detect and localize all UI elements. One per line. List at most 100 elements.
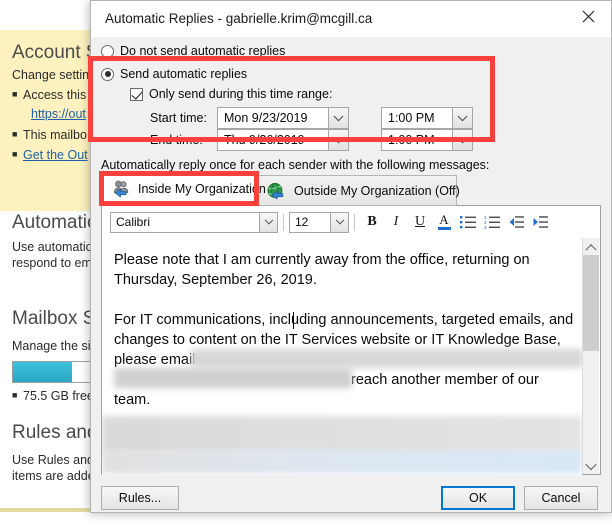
bullet-icon: ■ <box>12 89 18 99</box>
underline-icon: U <box>414 214 426 229</box>
underline-button[interactable]: U <box>408 210 432 234</box>
italic-button[interactable]: I <box>384 210 408 234</box>
scroll-down-icon[interactable] <box>583 457 599 474</box>
increase-indent-button[interactable] <box>528 210 552 234</box>
radio-icon-unchecked <box>101 44 114 58</box>
automatic-replies-heading: Automatic <box>12 212 97 233</box>
font-color-button[interactable]: A <box>432 210 456 234</box>
tab-outside-label: Outside My Organization (Off) <box>294 183 460 198</box>
radio-send-automatic-replies[interactable]: Send automatic replies <box>101 67 247 81</box>
start-date-combo[interactable]: Mon 9/23/2019 <box>217 107 349 129</box>
bold-button[interactable]: B <box>360 210 384 234</box>
font-family-value[interactable]: Calibri <box>110 211 259 233</box>
bullet-icon: ■ <box>12 129 18 139</box>
checkbox-time-range-label: Only send during this time range: <box>149 87 333 101</box>
message-line: please email <box>114 352 196 368</box>
message-body[interactable]: Please note that I am currently away fro… <box>102 238 582 475</box>
end-time-value[interactable]: 1:00 PM <box>381 129 452 151</box>
checkbox-time-range[interactable]: Only send during this time range: <box>130 87 332 101</box>
dialog-body: Do not send automatic replies Send autom… <box>91 37 611 512</box>
automatic-replies-text-line2: respond to ema <box>12 256 99 270</box>
list-item: ■ This mailbo <box>12 128 87 142</box>
automatic-replies-dialog: Automatic Replies - gabrielle.krim@mcgil… <box>90 0 612 513</box>
start-time-label: Start time: <box>150 111 207 125</box>
account-settings-heading: Account S <box>12 42 99 63</box>
ok-button[interactable]: OK <box>441 486 515 510</box>
automatic-replies-text-line1: Use automatic r <box>12 240 100 254</box>
message-line: team. <box>114 392 151 408</box>
font-size-combo[interactable]: 12 <box>289 211 349 233</box>
dialog-title: Automatic Replies - gabrielle.krim@mcgil… <box>105 11 373 26</box>
globe-icon <box>266 182 288 200</box>
font-size-value[interactable]: 12 <box>289 211 330 233</box>
decrease-indent-button[interactable] <box>504 210 528 234</box>
chevron-down-icon[interactable] <box>259 211 278 233</box>
decrease-indent-icon <box>509 216 524 228</box>
start-date-value[interactable]: Mon 9/23/2019 <box>217 107 328 129</box>
toolbar-separator <box>354 213 355 231</box>
close-icon[interactable] <box>565 1 611 31</box>
rules-and-alerts-heading: Rules and <box>12 422 98 443</box>
list-item[interactable]: ■ Get the Out <box>12 148 88 162</box>
increase-indent-icon <box>533 216 548 228</box>
numbered-list-button[interactable]: 1 2 3 <box>480 210 504 234</box>
svg-text:3: 3 <box>484 225 487 229</box>
list-item[interactable]: https://out <box>31 107 86 121</box>
list-item: ■ 75.5 GB free <box>12 389 94 403</box>
bullet-icon: ■ <box>12 149 18 159</box>
owa-link[interactable]: https://out <box>31 107 86 121</box>
redacted-text <box>114 368 352 388</box>
text-caret <box>293 312 294 329</box>
bold-icon: B <box>367 214 377 229</box>
active-tab-mask <box>102 205 256 206</box>
toolbar-separator <box>283 213 284 231</box>
account-settings-text: Change settings <box>12 68 103 82</box>
message-tabs: Inside My Organization Outside My Organi… <box>101 173 601 206</box>
rules-button[interactable]: Rules... <box>101 486 179 510</box>
editor-scrollbar[interactable] <box>582 238 599 474</box>
end-date-value[interactable]: Thu 9/26/2019 <box>217 129 328 151</box>
radio-icon-checked <box>101 67 114 81</box>
bulleted-list-icon <box>459 216 476 229</box>
tab-outside-my-organization[interactable]: Outside My Organization (Off) <box>257 175 460 206</box>
message-line: changes to content on the IT Services we… <box>114 332 561 348</box>
rules-text-line2: items are added <box>12 469 102 483</box>
list-item: ■ Access this <box>12 88 87 102</box>
end-date-combo[interactable]: Thu 9/26/2019 <box>217 129 349 151</box>
font-color-icon: A <box>439 212 449 227</box>
redacted-text <box>102 450 582 474</box>
bullet-icon: ■ <box>12 390 18 400</box>
message-editor-panel: Calibri 12 B I U A 1 2 3 Please note tha… <box>101 206 601 475</box>
reply-note: Automatically reply once for each sender… <box>101 158 490 172</box>
radio-do-not-send-label: Do not send automatic replies <box>120 44 286 58</box>
chevron-down-icon[interactable] <box>452 129 473 151</box>
message-line: For IT communications, including announc… <box>114 312 574 328</box>
scroll-up-icon[interactable] <box>583 238 599 255</box>
italic-icon: I <box>393 214 399 229</box>
scrollbar-thumb[interactable] <box>583 255 599 351</box>
mailbox-usage-fill <box>13 362 72 382</box>
redacted-text <box>102 416 582 454</box>
start-time-value[interactable]: 1:00 PM <box>381 107 452 129</box>
formatting-toolbar: Calibri 12 B I U A 1 2 3 <box>102 206 600 238</box>
chevron-down-icon[interactable] <box>328 129 349 151</box>
chevron-down-icon[interactable] <box>328 107 349 129</box>
cancel-button[interactable]: Cancel <box>524 486 598 510</box>
checkbox-icon-checked <box>130 87 143 101</box>
chevron-down-icon[interactable] <box>330 211 349 233</box>
message-line: Please note that I am currently away fro… <box>114 252 530 268</box>
end-time-label: End time: <box>150 133 203 147</box>
bulleted-list-button[interactable] <box>456 210 480 234</box>
numbered-list-icon: 1 2 3 <box>484 215 500 229</box>
radio-do-not-send[interactable]: Do not send automatic replies <box>101 44 285 58</box>
font-color-swatch <box>437 227 451 230</box>
dialog-titlebar: Automatic Replies - gabrielle.krim@mcgil… <box>91 1 611 38</box>
outlook-app-link[interactable]: Get the Out <box>23 148 88 162</box>
font-family-combo[interactable]: Calibri <box>110 211 278 233</box>
radio-send-label: Send automatic replies <box>120 67 248 81</box>
start-time-combo[interactable]: 1:00 PM <box>381 107 473 129</box>
redacted-text <box>191 349 582 368</box>
end-time-combo[interactable]: 1:00 PM <box>381 129 473 151</box>
tab-inside-my-organization[interactable]: Inside My Organization <box>101 173 266 204</box>
chevron-down-icon[interactable] <box>452 107 473 129</box>
